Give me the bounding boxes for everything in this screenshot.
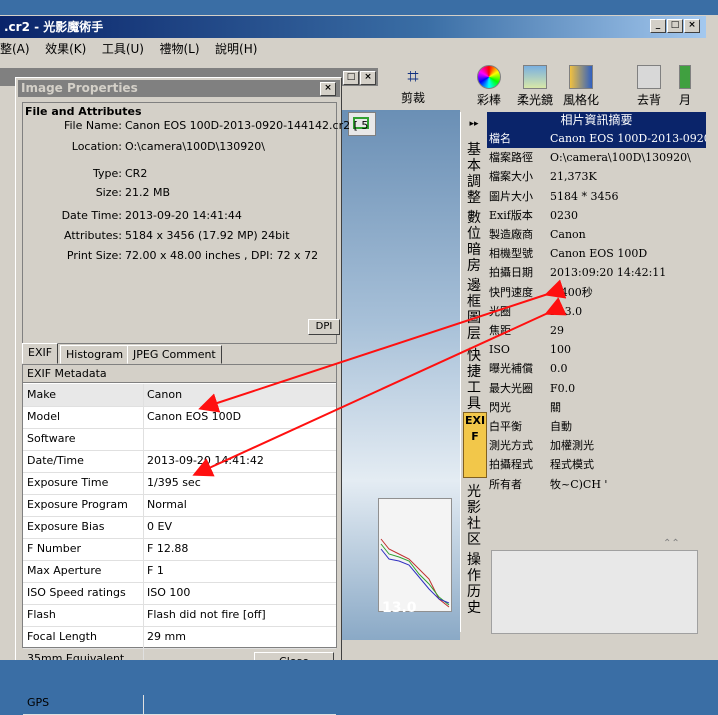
annotation-arrows	[192, 279, 567, 477]
column-divider	[143, 692, 144, 714]
exif-field-name: GPS	[27, 696, 50, 709]
exif-table-row[interactable]: GPS	[23, 692, 336, 715]
exposure-arrow	[198, 279, 567, 413]
